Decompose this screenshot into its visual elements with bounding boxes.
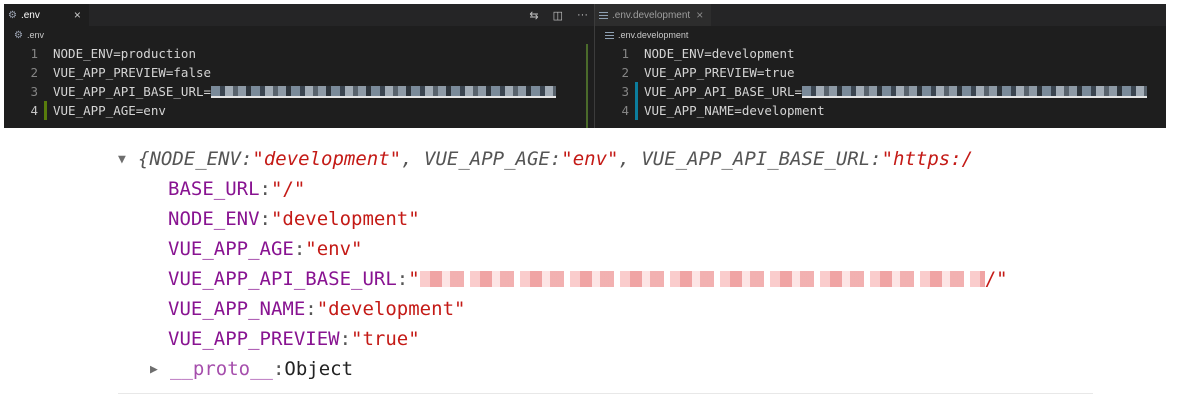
property-value: "true" xyxy=(351,328,420,350)
code-line: 4 VUE_APP_NAME=development xyxy=(595,101,1166,120)
property-colon: : xyxy=(396,268,409,290)
split-editor-icon[interactable]: ◫ xyxy=(553,9,563,22)
property-key: NODE_ENV xyxy=(168,208,260,230)
line-text: VUE_APP_API_BASE_URL= xyxy=(644,84,803,99)
tab-bar: .env.development × xyxy=(595,4,1166,26)
proto-key: __proto__ xyxy=(170,358,273,380)
property-row: VUE_APP_NAME: "development" xyxy=(118,294,1093,324)
proto-row[interactable]: ▶ __proto__: Object xyxy=(118,354,1093,384)
compare-changes-icon[interactable]: ⇆ xyxy=(529,9,538,22)
gear-icon: ⚙ xyxy=(8,9,17,21)
console-object-output: ▼ { NODE_ENV: "development" , VUE_APP_AG… xyxy=(118,144,1093,384)
tab-env-development[interactable]: .env.development × xyxy=(595,4,712,26)
summary-key: NODE_ENV: xyxy=(149,148,253,170)
code-line: 2 VUE_APP_PREVIEW=true xyxy=(595,63,1166,82)
code-line: 1 NODE_ENV=production xyxy=(4,44,594,63)
close-icon[interactable]: × xyxy=(74,9,81,21)
code-line: 1 NODE_ENV=development xyxy=(595,44,1166,63)
line-number: 3 xyxy=(621,84,629,99)
code-area[interactable]: 1 NODE_ENV=production 2 VUE_APP_PREVIEW=… xyxy=(4,44,594,120)
proto-value: Object xyxy=(284,358,354,380)
property-colon: : xyxy=(339,328,352,350)
summary-value: "https:/ xyxy=(881,148,974,170)
gear-icon: ⚙ xyxy=(14,29,23,41)
line-text: VUE_APP_AGE=env xyxy=(53,103,166,118)
tab-label: .env.development xyxy=(612,9,691,21)
line-text: VUE_APP_NAME=development xyxy=(644,103,825,118)
file-lines-icon xyxy=(599,11,608,19)
line-text: NODE_ENV=development xyxy=(644,46,795,61)
property-key: VUE_APP_AGE xyxy=(168,238,294,260)
line-number: 3 xyxy=(30,84,38,99)
property-colon: : xyxy=(293,238,306,260)
line-text: VUE_APP_API_BASE_URL= xyxy=(53,84,212,99)
property-value: "/" xyxy=(270,178,306,200)
editor-pane-env-development: .env.development × .env.development 1 NO… xyxy=(595,4,1166,128)
breadcrumb-file[interactable]: .env.development xyxy=(618,30,688,40)
redacted-url xyxy=(802,85,1148,98)
object-summary-row[interactable]: ▼ { NODE_ENV: "development" , VUE_APP_AG… xyxy=(118,144,1093,174)
property-value: "development" xyxy=(316,298,466,320)
code-line: 3 VUE_APP_API_BASE_URL= xyxy=(595,82,1166,101)
code-line: 4 VUE_APP_AGE=env xyxy=(4,101,594,120)
summary-key: , VUE_APP_API_BASE_URL: xyxy=(618,148,882,170)
line-number: 2 xyxy=(30,65,38,80)
line-text: NODE_ENV=production xyxy=(53,46,196,61)
code-line: 3 VUE_APP_API_BASE_URL= xyxy=(4,82,594,101)
line-number: 2 xyxy=(621,65,629,80)
property-key: BASE_URL xyxy=(168,178,260,200)
line-number: 1 xyxy=(30,46,38,61)
expand-triangle-icon[interactable]: ▶ xyxy=(150,362,170,377)
property-row: VUE_APP_PREVIEW: "true" xyxy=(118,324,1093,354)
close-icon[interactable]: × xyxy=(696,9,703,21)
tab-label: .env xyxy=(20,9,40,21)
property-value: "env" xyxy=(305,238,363,260)
property-row: BASE_URL: "/" xyxy=(118,174,1093,204)
property-colon: : xyxy=(305,298,317,320)
tab-bar: ⚙ .env × ⇆ ◫ ··· xyxy=(4,4,594,26)
collapse-triangle-icon[interactable]: ▼ xyxy=(118,152,138,167)
scrollbar[interactable] xyxy=(586,44,588,128)
property-key: VUE_APP_NAME xyxy=(168,298,306,320)
editor-actions: ⇆ ◫ ··· xyxy=(529,4,588,26)
breadcrumb-file[interactable]: .env xyxy=(27,30,44,40)
code-area[interactable]: 1 NODE_ENV=development 2 VUE_APP_PREVIEW… xyxy=(595,44,1166,120)
property-key: VUE_APP_PREVIEW xyxy=(168,328,340,350)
git-modified-marker xyxy=(635,101,638,120)
console-divider xyxy=(118,393,1093,394)
summary-value: "development" xyxy=(252,148,402,170)
property-colon: : xyxy=(272,358,285,380)
line-number: 4 xyxy=(30,103,38,118)
git-added-marker xyxy=(44,101,47,120)
property-row: VUE_APP_AGE: "env" xyxy=(118,234,1093,264)
property-row: VUE_APP_API_BASE_URL: " /" xyxy=(118,264,1093,294)
breadcrumb[interactable]: ⚙ .env xyxy=(4,26,594,44)
line-text: VUE_APP_PREVIEW=false xyxy=(53,65,212,80)
property-row: NODE_ENV: "development" xyxy=(118,204,1093,234)
summary-key: , VUE_APP_AGE: xyxy=(401,148,562,170)
code-line: 2 VUE_APP_PREVIEW=false xyxy=(4,63,594,82)
line-number: 4 xyxy=(621,103,629,118)
property-value: "development" xyxy=(270,208,420,230)
more-actions-icon[interactable]: ··· xyxy=(577,9,588,21)
breadcrumb[interactable]: .env.development xyxy=(595,26,1166,44)
property-value-suffix: /" xyxy=(984,268,1008,290)
summary-brace: { xyxy=(138,148,150,170)
property-value-prefix: " xyxy=(408,268,420,290)
editor-split-view: ⚙ .env × ⇆ ◫ ··· ⚙ .env 1 NODE_ENV=produ… xyxy=(4,4,1166,128)
summary-value: "env" xyxy=(561,148,619,170)
property-colon: : xyxy=(259,208,271,230)
property-colon: : xyxy=(259,178,271,200)
git-modified-marker xyxy=(635,82,638,101)
editor-pane-env: ⚙ .env × ⇆ ◫ ··· ⚙ .env 1 NODE_ENV=produ… xyxy=(4,4,595,128)
property-key: VUE_APP_API_BASE_URL xyxy=(168,268,397,290)
redacted-url xyxy=(419,271,985,287)
line-text: VUE_APP_PREVIEW=true xyxy=(644,65,795,80)
file-lines-icon xyxy=(605,31,614,39)
redacted-url xyxy=(211,85,557,98)
tab-env[interactable]: ⚙ .env × xyxy=(4,4,89,26)
line-number: 1 xyxy=(621,46,629,61)
